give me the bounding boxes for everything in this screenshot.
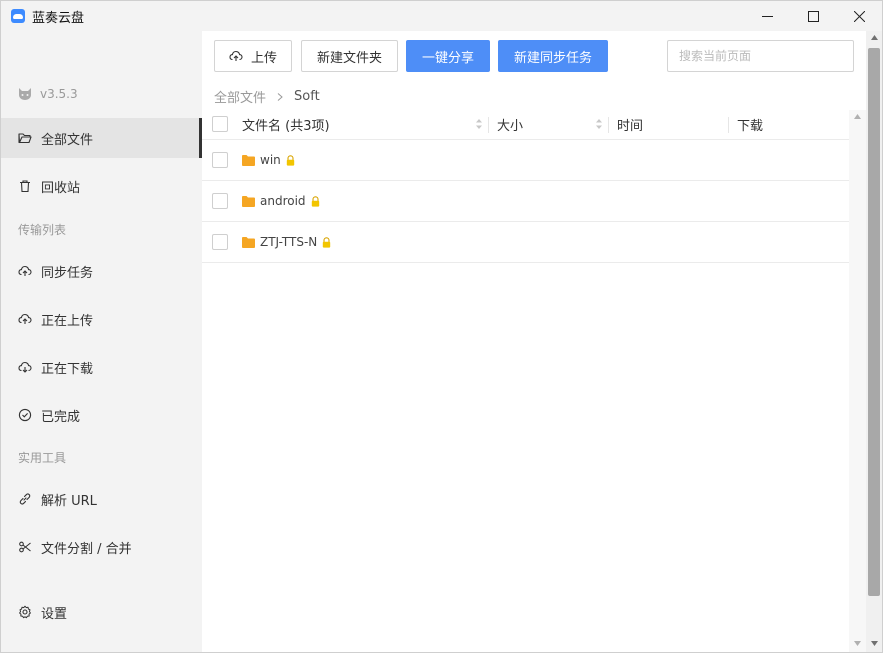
file-name-cell[interactable]: ZTJ-TTS-N [242, 235, 331, 249]
github-cat-icon [19, 88, 31, 100]
window-scrollbar-thumb[interactable] [868, 48, 880, 596]
sidebar-item-settings[interactable]: 设置 [1, 592, 202, 632]
app-window: 蓝奏云盘 v3.5.3 全部文件 回收站 传输列表 同步任务 正在上传 正在下载… [0, 0, 883, 653]
cloud-download-icon [18, 361, 32, 373]
sidebar-item-sync-tasks[interactable]: 同步任务 [1, 251, 202, 291]
upload-label: 上传 [250, 50, 277, 66]
breadcrumb: 全部文件 Soft [214, 87, 320, 106]
check-circle-icon [18, 408, 32, 422]
sidebar: v3.5.3 全部文件 回收站 传输列表 同步任务 正在上传 正在下载 已完成 … [1, 31, 202, 652]
new-folder-button[interactable]: 新建文件夹 [301, 40, 398, 72]
version-info: v3.5.3 [17, 87, 78, 101]
sidebar-item-label: 正在下载 [41, 361, 94, 377]
close-button[interactable] [836, 1, 882, 31]
version-label: v3.5.3 [40, 87, 78, 101]
header-time-label: 时间 [617, 119, 644, 134]
sidebar-item-label: 全部文件 [41, 132, 94, 148]
breadcrumb-root[interactable]: 全部文件 [214, 87, 266, 106]
file-name: win [260, 153, 281, 167]
sort-icon[interactable] [475, 117, 483, 131]
table-row[interactable]: android [202, 181, 849, 222]
share-label: 一键分享 [421, 50, 474, 66]
folder-open-icon [18, 133, 32, 144]
sort-icon[interactable] [595, 117, 603, 131]
cloud-app-icon [11, 9, 25, 23]
folder-icon [242, 154, 255, 166]
new-sync-task-button[interactable]: 新建同步任务 [498, 40, 608, 72]
lock-icon [311, 195, 319, 207]
file-name-cell[interactable]: win [242, 153, 295, 167]
search-input[interactable] [667, 40, 854, 72]
header-name-label: 文件名 (共3项) [242, 119, 330, 134]
scroll-down-arrow-icon[interactable] [871, 641, 878, 646]
maximize-button[interactable] [790, 1, 836, 31]
table-row[interactable]: ZTJ-TTS-N [202, 222, 849, 263]
scroll-up-arrow-icon[interactable] [871, 35, 878, 40]
scroll-up-arrow-icon[interactable] [854, 114, 861, 119]
link-icon [19, 493, 31, 505]
sidebar-item-label: 同步任务 [41, 265, 94, 281]
chevron-right-icon [277, 92, 283, 101]
select-all-checkbox[interactable] [212, 116, 228, 132]
file-name-cell[interactable]: android [242, 194, 320, 208]
upload-button[interactable]: 上传 [214, 40, 292, 72]
sidebar-item-file-split-merge[interactable]: 文件分割 / 合并 [1, 527, 202, 567]
folder-icon [242, 236, 255, 248]
sidebar-item-label: 设置 [41, 606, 68, 622]
section-transfer-list: 传输列表 [18, 223, 67, 237]
row-checkbox[interactable] [212, 234, 228, 250]
column-divider [728, 117, 729, 133]
sidebar-item-uploading[interactable]: 正在上传 [1, 299, 202, 339]
header-download-label: 下载 [737, 119, 764, 134]
cloud-upload-icon [229, 50, 243, 61]
column-divider [608, 117, 609, 133]
cloud-upload-icon [18, 313, 32, 324]
section-tools: 实用工具 [18, 451, 67, 465]
row-checkbox[interactable] [212, 193, 228, 209]
header-download[interactable]: 下载 [737, 109, 763, 140]
sidebar-item-label: 回收站 [41, 180, 81, 196]
window-title: 蓝奏云盘 [32, 10, 85, 26]
trash-icon [20, 180, 30, 193]
lock-icon [286, 154, 294, 166]
header-size-label: 大小 [497, 119, 524, 134]
header-name[interactable]: 文件名 (共3项) [242, 109, 330, 140]
cloud-sync-icon [18, 265, 32, 276]
sidebar-item-all-files[interactable]: 全部文件 [1, 118, 202, 158]
scroll-down-arrow-icon[interactable] [854, 641, 861, 646]
minimize-icon [761, 15, 773, 17]
row-checkbox[interactable] [212, 152, 228, 168]
table-header: 文件名 (共3项) 大小 时间 下载 [202, 109, 849, 140]
close-icon [853, 10, 865, 22]
column-divider [488, 117, 489, 133]
gear-icon [19, 605, 31, 619]
title-bar: 蓝奏云盘 [1, 1, 882, 31]
main-panel: 上传 新建文件夹 一键分享 新建同步任务 全部文件 Soft 文件名 (共3项)… [202, 31, 866, 652]
window-controls [744, 1, 882, 31]
breadcrumb-current: Soft [294, 89, 320, 104]
sidebar-item-label: 正在上传 [41, 313, 94, 329]
sidebar-item-recycle-bin[interactable]: 回收站 [1, 166, 202, 206]
sidebar-item-downloading[interactable]: 正在下载 [1, 347, 202, 387]
header-time[interactable]: 时间 [617, 109, 643, 140]
lock-icon [323, 236, 331, 248]
sidebar-item-parse-url[interactable]: 解析 URL [1, 479, 202, 519]
new-sync-label: 新建同步任务 [513, 50, 592, 66]
one-click-share-button[interactable]: 一键分享 [406, 40, 490, 72]
scissors-icon [19, 541, 31, 553]
table-scrollbar[interactable] [849, 110, 866, 652]
sidebar-item-label: 已完成 [41, 409, 81, 425]
table-row[interactable]: win [202, 140, 849, 181]
sidebar-item-completed[interactable]: 已完成 [1, 395, 202, 435]
new-folder-label: 新建文件夹 [316, 50, 382, 66]
file-name: android [260, 194, 306, 208]
file-name: ZTJ-TTS-N [260, 235, 318, 249]
sidebar-item-label: 解析 URL [41, 493, 97, 509]
minimize-button[interactable] [744, 1, 790, 31]
header-size[interactable]: 大小 [497, 109, 523, 140]
folder-icon [242, 195, 255, 207]
sidebar-item-label: 文件分割 / 合并 [41, 541, 132, 557]
maximize-icon [807, 10, 819, 22]
